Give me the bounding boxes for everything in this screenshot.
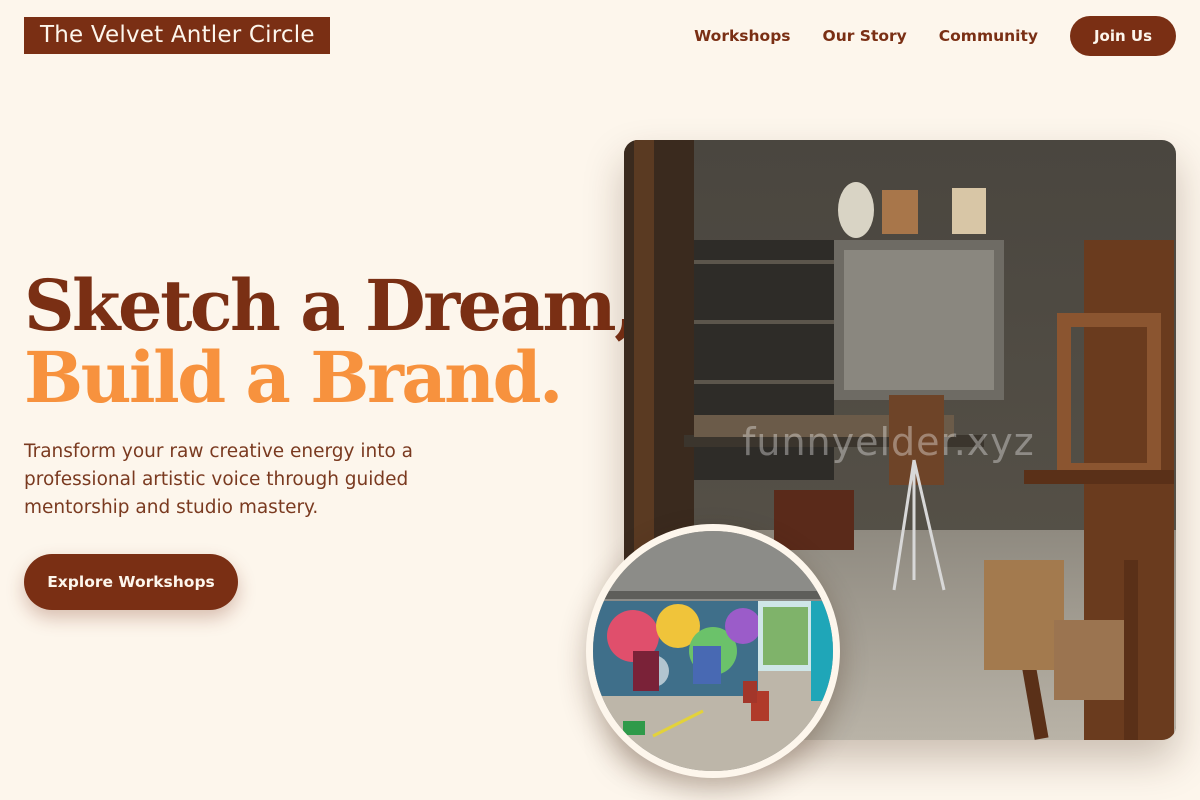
- explore-workshops-button[interactable]: Explore Workshops: [24, 554, 238, 610]
- join-us-button[interactable]: Join Us: [1070, 16, 1176, 56]
- nav-link-community[interactable]: Community: [939, 27, 1038, 45]
- nav-link-our-story[interactable]: Our Story: [823, 27, 907, 45]
- graffiti-studio-photo: [586, 524, 840, 778]
- headline-line-2: Build a Brand.: [24, 336, 563, 419]
- headline-line-1: Sketch a Dream,: [24, 264, 638, 347]
- top-nav: Workshops Our Story Community Join Us: [694, 16, 1176, 56]
- hero-subtext: Transform your raw creative energy into …: [24, 441, 414, 518]
- brand-logo[interactable]: The Velvet Antler Circle: [24, 17, 330, 54]
- nav-link-workshops[interactable]: Workshops: [694, 27, 790, 45]
- image-watermark: funnyelder.xyz: [742, 420, 1035, 464]
- landing-page: The Velvet Antler Circle Workshops Our S…: [0, 0, 1200, 800]
- hero-headline: Sketch a Dream, Build a Brand.: [24, 264, 638, 419]
